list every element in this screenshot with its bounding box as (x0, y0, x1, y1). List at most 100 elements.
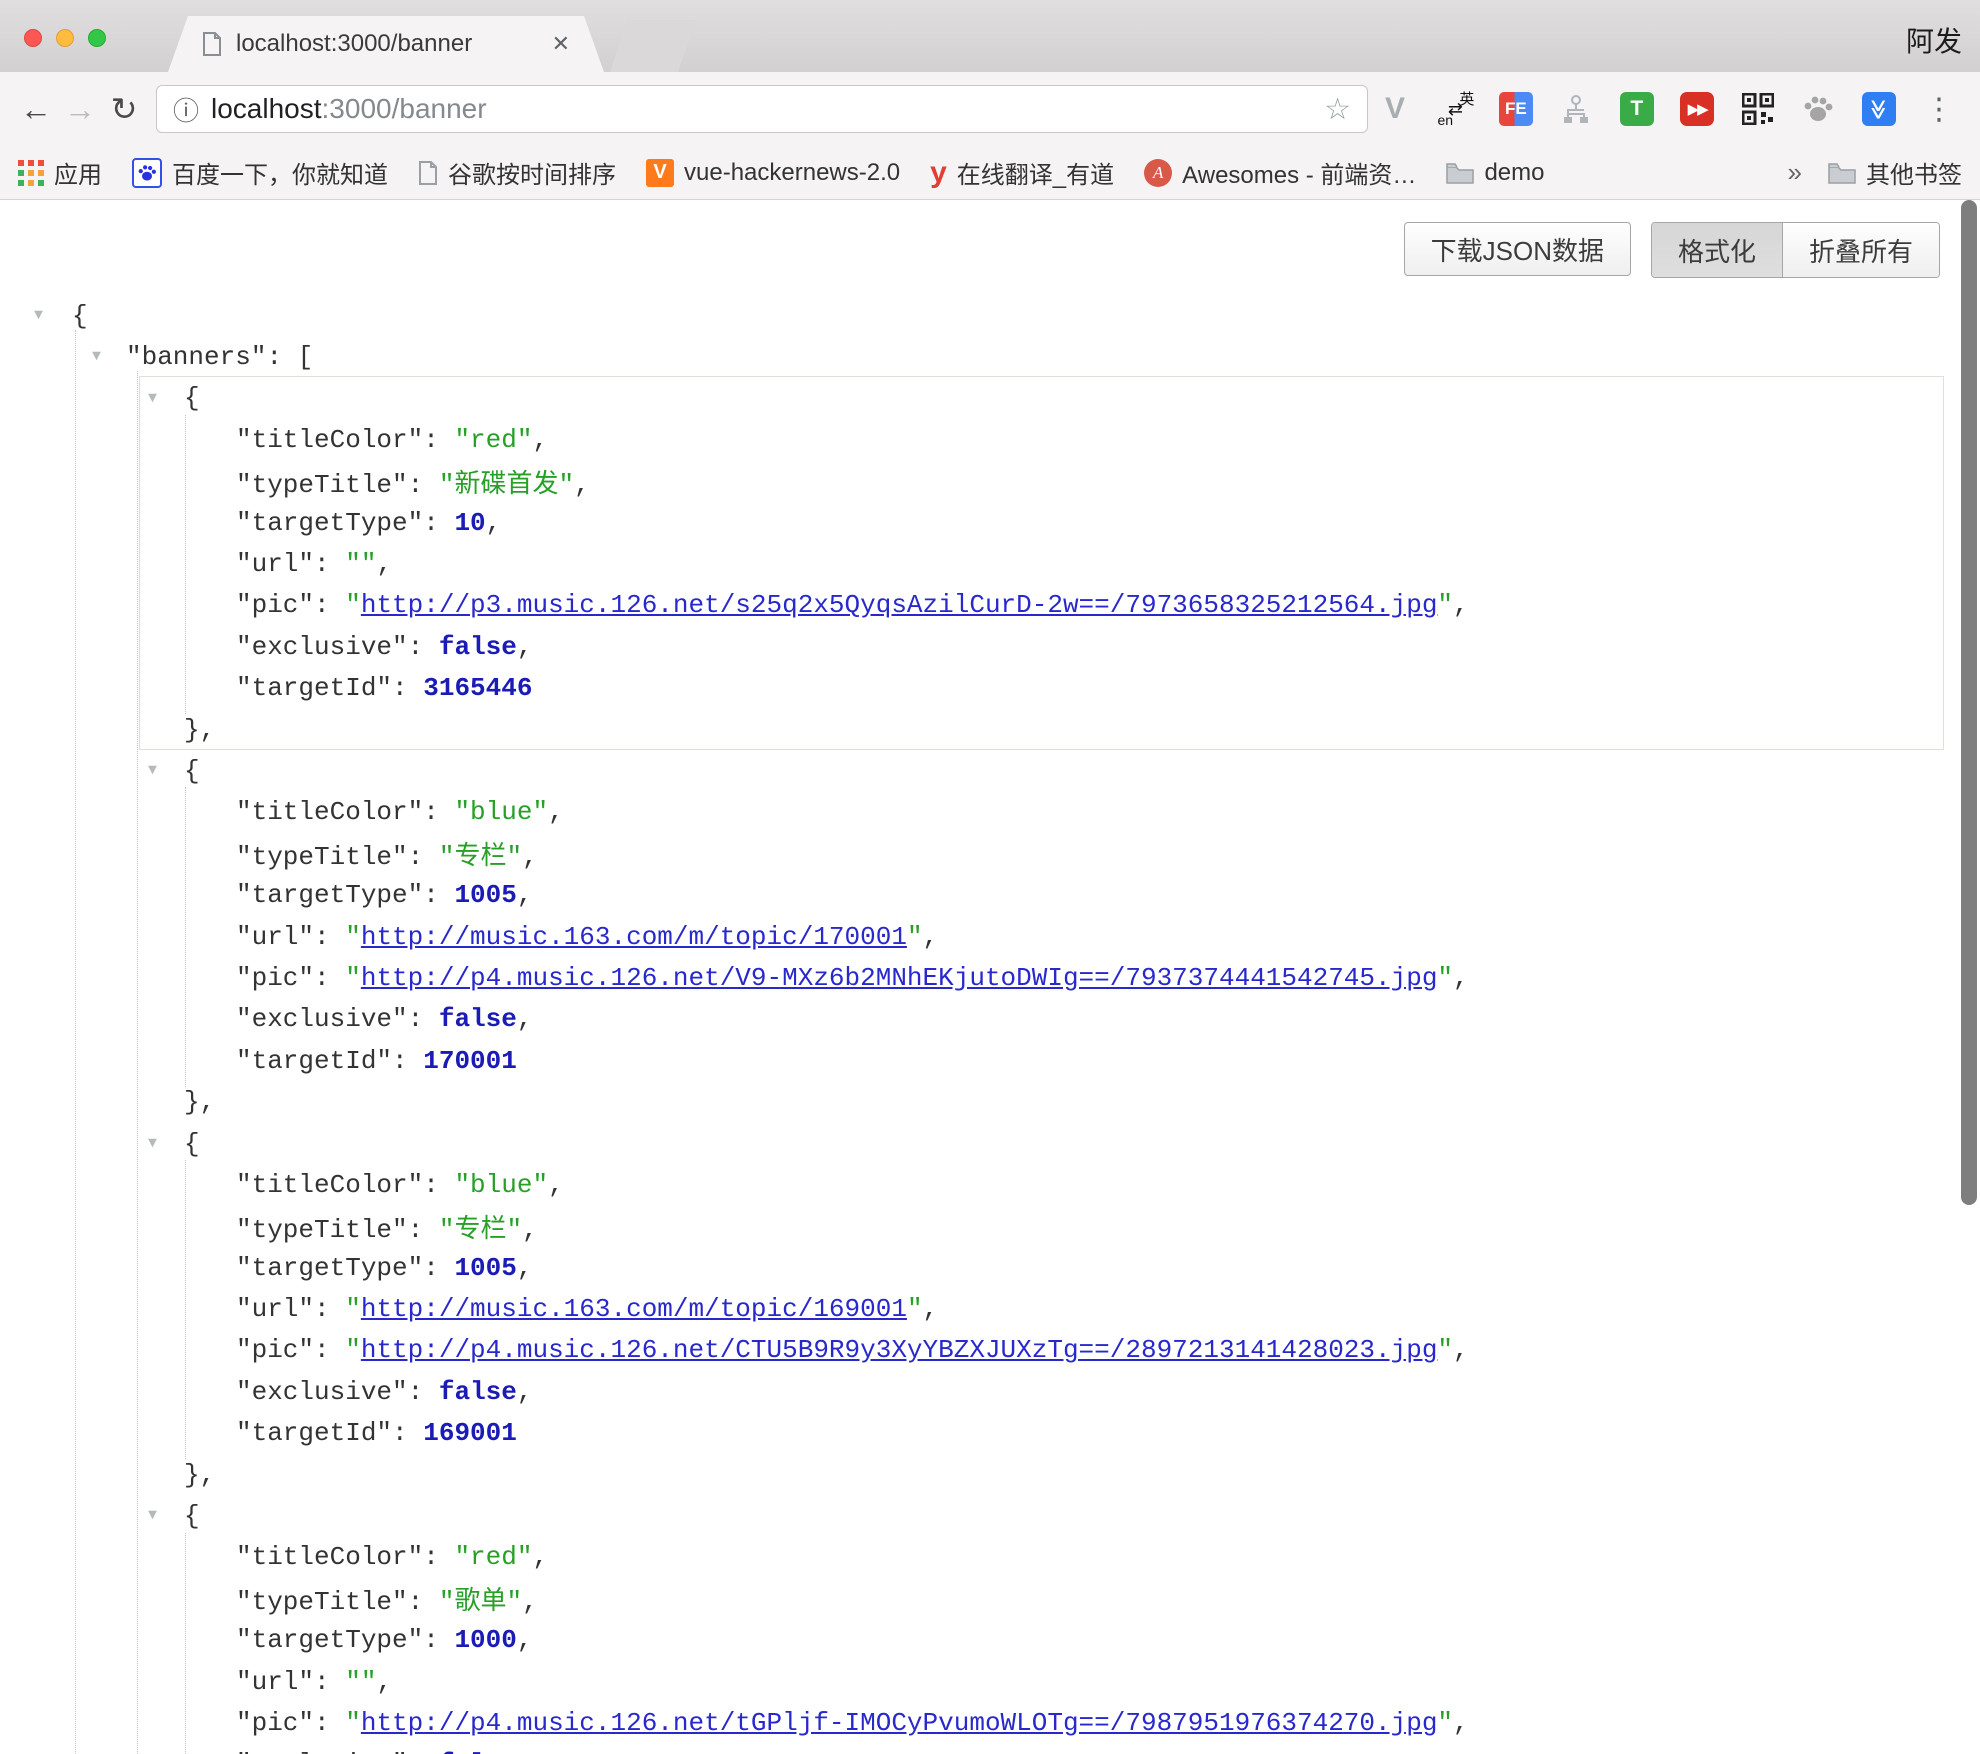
json-token: , (486, 508, 502, 538)
json-line: "targetType": 1005, (0, 874, 1980, 915)
json-token: : (408, 1587, 439, 1617)
url-text[interactable]: localhost:3000/banner (211, 93, 1312, 125)
json-key: "targetId" (236, 1418, 392, 1448)
json-link[interactable]: http://p4.music.126.net/CTU5B9R9y3XyYBZX… (361, 1335, 1438, 1365)
json-link[interactable]: http://music.163.com/m/topic/169001 (361, 1294, 907, 1324)
bookmarks-overflow-icon[interactable]: » (1788, 157, 1802, 188)
fehelper-icon[interactable]: FE (1495, 88, 1537, 130)
bookmark-vue-hackernews[interactable]: V vue-hackernews-2.0 (646, 159, 900, 187)
bookmark-label: demo (1484, 159, 1544, 187)
reload-icon[interactable]: ↻ (102, 90, 146, 128)
json-line: "exclusive": false, (0, 1371, 1980, 1412)
format-button[interactable]: 格式化 (1652, 223, 1782, 277)
fastforward-icon[interactable]: ▶▶ (1676, 88, 1718, 130)
back-icon[interactable]: ← (14, 91, 58, 128)
collapse-toggle-icon[interactable]: ▼ (34, 307, 43, 324)
json-token: "歌单" (439, 1587, 522, 1617)
menu-icon[interactable]: ⋮ (1918, 88, 1960, 130)
info-icon[interactable]: ⓘ (173, 91, 199, 128)
json-line: "targetType": 10, (0, 502, 1980, 543)
collapse-toggle-icon[interactable]: ▼ (92, 348, 101, 365)
json-token: : (408, 842, 439, 872)
collapse-toggle-icon[interactable]: ▼ (148, 1135, 157, 1152)
tab-close-icon[interactable]: ✕ (552, 31, 570, 57)
collapse-toggle-icon[interactable]: ▼ (148, 390, 157, 407)
profile-name[interactable]: 阿发 (1906, 20, 1962, 60)
json-token: : (314, 1667, 345, 1697)
json-line: }, (0, 1081, 1980, 1122)
bookmark-awesomes[interactable]: A Awesomes - 前端资… (1144, 155, 1416, 190)
bookmark-youdao[interactable]: y 在线翻译_有道 (930, 155, 1114, 190)
vue-icon[interactable]: V (1374, 88, 1416, 130)
json-token: : (392, 673, 423, 703)
json-token: : [ (266, 342, 313, 372)
minimize-window-button[interactable] (56, 29, 74, 47)
new-tab-button[interactable] (610, 20, 696, 72)
json-line: "exclusive": false, (0, 999, 1980, 1040)
json-token: , (376, 549, 392, 579)
json-token: , (1453, 1708, 1469, 1738)
qrcode-icon[interactable] (1737, 88, 1779, 130)
json-line: "typeTitle": "歌单", (0, 1578, 1980, 1619)
scrollbar-thumb[interactable] (1961, 200, 1977, 1205)
json-line: "titleColor": "blue", (0, 792, 1980, 833)
tampermonkey-icon[interactable]: T (1616, 88, 1658, 130)
forward-icon[interactable]: → (58, 91, 102, 128)
json-token: "专栏" (439, 1215, 522, 1245)
paw-icon[interactable] (1797, 88, 1839, 130)
json-token: false (439, 1377, 517, 1407)
bookmark-label: 百度一下，你就知道 (172, 155, 388, 190)
json-key: "url" (236, 1667, 314, 1697)
extensions-row: V ⇄ en 英 FE T ▶▶ ≫ ⋮ (1368, 88, 1966, 130)
json-line: "pic": "http://p4.music.126.net/CTU5B9R9… (0, 1330, 1980, 1371)
json-line: "titleColor": "red", (0, 419, 1980, 460)
translate-icon[interactable]: ⇄ en 英 (1434, 88, 1476, 130)
json-token: "red" (454, 425, 532, 455)
download-json-button[interactable]: 下载JSON数据 (1404, 222, 1631, 276)
json-key: "exclusive" (236, 1749, 408, 1754)
json-link[interactable]: http://music.163.com/m/topic/170001 (361, 922, 907, 952)
json-line: "pic": "http://p3.music.126.net/s25q2x5Q… (0, 585, 1980, 626)
window-titlebar: localhost:3000/banner ✕ 阿发 (0, 0, 1980, 72)
json-line: "titleColor": "red", (0, 1537, 1980, 1578)
close-window-button[interactable] (24, 29, 42, 47)
zoom-window-button[interactable] (88, 29, 106, 47)
folder-icon (1828, 162, 1856, 184)
json-key: "pic" (236, 963, 314, 993)
json-token: 1005 (454, 1253, 516, 1283)
json-line: ▼{ (0, 1495, 1980, 1536)
other-bookmarks-folder[interactable]: 其他书签 (1828, 155, 1962, 190)
bookmark-label: vue-hackernews-2.0 (684, 159, 900, 187)
json-token: : (408, 632, 439, 662)
json-key: "url" (236, 922, 314, 952)
page-icon (202, 32, 222, 56)
json-token: : (314, 1335, 345, 1365)
json-link[interactable]: http://p4.music.126.net/tGPljf-IMOCyPvum… (361, 1708, 1438, 1738)
json-key: "typeTitle" (236, 1215, 408, 1245)
json-token: : (423, 797, 454, 827)
json-token: , (1453, 590, 1469, 620)
bookmark-apps[interactable]: 应用 (18, 155, 102, 190)
browser-tab[interactable]: localhost:3000/banner ✕ (168, 16, 604, 72)
json-link[interactable]: http://p3.music.126.net/s25q2x5QyqsAzilC… (361, 590, 1438, 620)
json-link[interactable]: http://p4.music.126.net/V9-MXz6b2MNhEKju… (361, 963, 1438, 993)
download-icon[interactable]: ≫ (1858, 88, 1900, 130)
json-token: false (439, 632, 517, 662)
collapse-toggle-icon[interactable]: ▼ (148, 762, 157, 779)
bookmark-google-sort[interactable]: 谷歌按时间排序 (418, 155, 616, 190)
bookmark-star-icon[interactable]: ☆ (1324, 92, 1351, 127)
vue-orange-icon: V (646, 159, 674, 187)
bookmark-baidu[interactable]: 百度一下，你就知道 (132, 155, 388, 190)
sitemap-icon[interactable] (1555, 88, 1597, 130)
json-token: , (517, 632, 533, 662)
address-bar[interactable]: ⓘ localhost:3000/banner ☆ (156, 85, 1368, 133)
json-line: "targetId": 170001 (0, 1040, 1980, 1081)
json-token: , (522, 842, 538, 872)
collapse-toggle-icon[interactable]: ▼ (148, 1507, 157, 1524)
json-line: "exclusive": false, (0, 1744, 1980, 1754)
bookmark-demo-folder[interactable]: demo (1446, 159, 1544, 187)
collapse-all-button[interactable]: 折叠所有 (1782, 223, 1939, 277)
json-token: "专栏" (439, 842, 522, 872)
json-token: 170001 (423, 1046, 517, 1076)
json-token: , (548, 797, 564, 827)
